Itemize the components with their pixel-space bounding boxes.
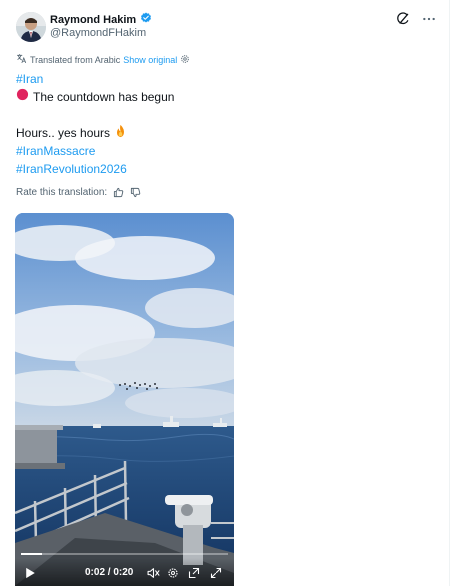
- video-progress-fill: [21, 553, 42, 555]
- rate-translation-label: Rate this translation:: [16, 187, 108, 198]
- thumbs-up-icon[interactable]: [113, 187, 124, 198]
- video-frame: [15, 213, 234, 586]
- tweet-text: #Iran The countdown has begun Hours.. ye…: [16, 70, 174, 178]
- tweet-top-actions: [396, 12, 436, 26]
- more-icon[interactable]: [422, 12, 436, 26]
- hours-text: Hours.. yes hours: [16, 126, 111, 140]
- author-name[interactable]: Raymond Hakim: [50, 14, 136, 26]
- pip-icon[interactable]: [188, 567, 200, 579]
- hashtag-iran-revolution[interactable]: #IranRevolution2026: [16, 160, 127, 178]
- red-circle-emoji: [16, 88, 29, 106]
- fullscreen-icon[interactable]: [210, 567, 222, 579]
- video-player[interactable]: 0:02 / 0:20: [15, 213, 234, 586]
- show-original-link[interactable]: Show original: [123, 55, 177, 65]
- countdown-text: The countdown has begun: [33, 90, 175, 104]
- mute-icon[interactable]: [147, 567, 160, 579]
- avatar[interactable]: [16, 12, 46, 42]
- rate-translation: Rate this translation:: [16, 187, 141, 198]
- video-time: 0:02 / 0:20: [85, 567, 134, 578]
- hashtag-iran[interactable]: #Iran: [16, 70, 43, 88]
- video-progress-bar[interactable]: [21, 553, 228, 555]
- grok-icon[interactable]: [396, 12, 410, 26]
- hashtag-iran-massacre[interactable]: #IranMassacre: [16, 142, 95, 160]
- translate-icon: [16, 53, 27, 66]
- settings-icon[interactable]: [167, 567, 179, 579]
- author-handle[interactable]: @RaymondFHakim: [50, 27, 146, 39]
- video-controls-row: 0:02 / 0:20: [15, 564, 234, 582]
- translation-label: Translated from Arabic: [30, 54, 121, 65]
- thumbs-down-icon[interactable]: [130, 187, 141, 198]
- translation-notice: Translated from Arabic Show original: [16, 53, 190, 66]
- play-icon[interactable]: [25, 567, 36, 579]
- gear-icon[interactable]: [180, 54, 190, 66]
- fire-emoji: [114, 124, 127, 143]
